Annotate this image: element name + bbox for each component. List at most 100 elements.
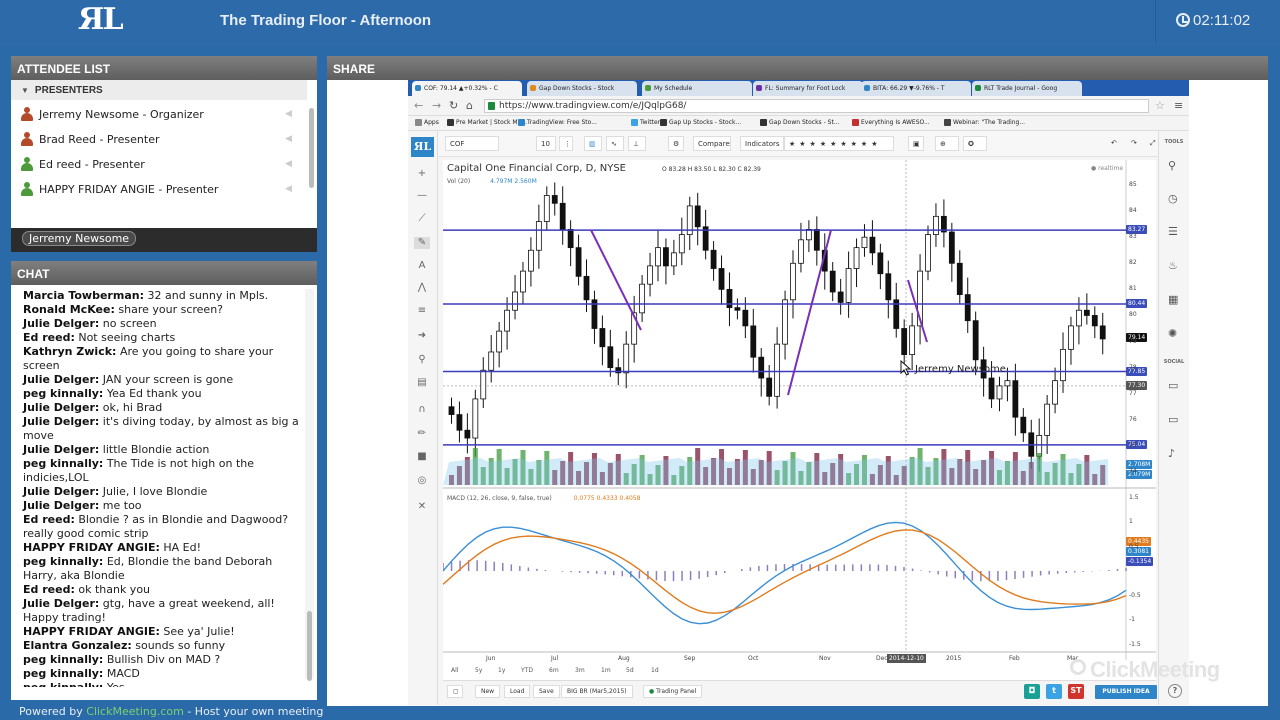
tradingview-logo[interactable]: ЯL: [411, 137, 434, 157]
search-icon[interactable]: ⚲: [1168, 159, 1180, 172]
text-tool-icon[interactable]: A: [414, 260, 430, 272]
forward-arrow-icon[interactable]: →: [432, 99, 441, 112]
fib-tool-icon[interactable]: ⟋: [414, 213, 430, 225]
bookmark-item[interactable]: Twitter: [631, 119, 660, 126]
range-button[interactable]: 1d: [651, 667, 659, 674]
url-field[interactable]: https://www.tradingview.com/e/JQqlpG68/: [484, 99, 1149, 113]
current-user-badge[interactable]: Jerremy Newsome: [22, 231, 137, 246]
magnet-icon[interactable]: ∩: [414, 404, 430, 416]
pencil-icon[interactable]: ✏: [414, 428, 430, 440]
speaker-muted-icon[interactable]: ◀: [285, 109, 295, 119]
compare-button[interactable]: Compare: [693, 136, 731, 151]
stocktwits-icon[interactable]: ST: [1068, 684, 1084, 699]
interval-select[interactable]: 10: [536, 136, 556, 151]
price-chart[interactable]: Capital One Financial Corp, D, NYSE O 83…: [443, 160, 1156, 680]
bookmark-item[interactable]: Webinar: "The Trading...: [944, 119, 1025, 126]
alarm-clock-icon[interactable]: ◷: [1168, 192, 1180, 205]
ideas-bulb-icon[interactable]: ✪: [963, 136, 987, 151]
hotlist-flame-icon[interactable]: ♨: [1168, 259, 1180, 272]
remove-drawings-icon[interactable]: ✕: [414, 501, 430, 513]
bookmark-item[interactable]: Pre Market | Stock Ma...: [447, 119, 527, 126]
range-button[interactable]: 6m: [549, 667, 559, 674]
trading-panel-button[interactable]: ● Trading Panel: [643, 685, 703, 698]
bookmark-item[interactable]: Gap Down Stocks - St...: [760, 119, 840, 126]
range-button[interactable]: All: [451, 667, 458, 674]
speaker-muted-icon[interactable]: ◀: [285, 134, 295, 144]
snapshot-icon[interactable]: ▣: [908, 136, 924, 151]
browser-tab[interactable]: RLT Trade Journal - Goog: [972, 81, 1082, 96]
speaker-muted-icon[interactable]: ◀: [285, 159, 295, 169]
notifications-bell-icon[interactable]: ♪: [1168, 447, 1180, 460]
range-button[interactable]: 1y: [498, 667, 505, 674]
new-button[interactable]: New: [475, 685, 501, 698]
favorite-intervals[interactable]: ★★★★★★★★★: [784, 136, 894, 151]
back-arrow-icon[interactable]: ←: [414, 99, 423, 112]
candle-body: [488, 351, 495, 371]
attendee-row[interactable]: HAPPY FRIDAY ANGIE - Presenter ◀: [11, 177, 307, 202]
range-button[interactable]: 3m: [575, 667, 585, 674]
attendee-row[interactable]: Ed reed - Presenter ◀: [11, 152, 307, 177]
chat-rooms-icon[interactable]: ▭: [1168, 379, 1180, 392]
chat-scrollbar[interactable]: [307, 611, 312, 681]
ruler-icon[interactable]: ▤: [414, 377, 430, 389]
publish-idea-button[interactable]: PUBLISH IDEA: [1095, 685, 1157, 699]
private-chat-icon[interactable]: ▭: [1168, 413, 1180, 426]
zoom-icon[interactable]: ⚲: [414, 354, 430, 366]
arrow-tool-icon[interactable]: ➜: [414, 330, 430, 342]
attendee-row[interactable]: Jerremy Newsome - Organizer ◀: [11, 102, 307, 127]
bookmark-item[interactable]: TradingView: Free Sto...: [518, 119, 597, 126]
range-button[interactable]: 5y: [475, 667, 482, 674]
presenters-group-header[interactable]: ▼ PRESENTERS: [11, 80, 307, 100]
bookmark-item[interactable]: Apps: [415, 119, 439, 126]
attendee-row[interactable]: Brad Reed - Presenter ◀: [11, 127, 307, 152]
watchlist-icon[interactable]: ☰: [1168, 225, 1180, 238]
ideas-bulb-right-icon[interactable]: ✺: [1168, 327, 1180, 340]
bookmark-item[interactable]: Gap Up Stocks - Stock...: [660, 119, 741, 126]
range-button[interactable]: 5d: [626, 667, 634, 674]
save-button[interactable]: Save: [533, 685, 560, 698]
browser-tab[interactable]: FL: Summary for Foot Lock: [753, 81, 863, 96]
reload-icon[interactable]: ↻: [449, 99, 458, 112]
help-icon[interactable]: ?: [1168, 684, 1182, 698]
chart-canvas[interactable]: [443, 160, 1156, 660]
undo-icon[interactable]: ↶: [1107, 136, 1123, 151]
collapse-triangle-icon[interactable]: ▼: [21, 86, 29, 95]
home-icon[interactable]: ⌂: [466, 99, 473, 112]
redo-icon[interactable]: ↷: [1127, 136, 1143, 151]
settings-gear-icon[interactable]: ⚙: [668, 136, 684, 151]
bookmark-star-icon[interactable]: ☆: [1155, 99, 1165, 112]
calendar-icon[interactable]: ▦: [1168, 293, 1180, 306]
measure-tool-icon[interactable]: ≡: [414, 305, 430, 317]
line-style-icon[interactable]: ∿: [606, 136, 624, 151]
browser-tab[interactable]: Gap Down Stocks - Stock: [527, 81, 637, 96]
alert-icon[interactable]: ⊕: [935, 136, 959, 151]
indicators-button[interactable]: Indicators: [740, 136, 784, 151]
browser-tab[interactable]: BITA: 66.29 ▼-9.76% - T: [861, 81, 971, 96]
camera-icon[interactable]: ◘: [1024, 684, 1040, 699]
twitter-icon[interactable]: t: [1046, 684, 1062, 699]
interval-menu-icon[interactable]: ⋮: [559, 136, 573, 151]
hide-icon[interactable]: ◎: [414, 475, 430, 487]
candles-style-icon[interactable]: ▥: [584, 136, 602, 151]
speaker-muted-icon[interactable]: ◀: [285, 184, 295, 194]
browser-menu-icon[interactable]: ≡: [1174, 99, 1183, 112]
bookmark-item[interactable]: Everything Is AWESO...: [852, 119, 930, 126]
brush-tool-icon[interactable]: ✎: [414, 237, 430, 249]
attendee-scrollbar[interactable]: [309, 108, 314, 188]
layout-name[interactable]: BIG BR (Mar5,2015): [561, 685, 633, 698]
range-button[interactable]: 1m: [601, 667, 611, 674]
volume-legend: Vol (20) 4.797M 2.560M: [447, 178, 537, 185]
load-button[interactable]: Load: [504, 685, 531, 698]
pattern-tool-icon[interactable]: ⋀: [414, 282, 430, 294]
clickmeeting-link[interactable]: ClickMeeting.com: [86, 705, 184, 718]
crosshair-icon[interactable]: +: [414, 168, 430, 180]
layout-icon[interactable]: ▢: [447, 685, 463, 698]
date-tick-label: Feb: [1009, 655, 1020, 662]
browser-tab[interactable]: COF: 79.14 ▲+0.32% - C: [412, 81, 522, 96]
browser-tab[interactable]: My Schedule: [642, 81, 752, 96]
bars-style-icon[interactable]: ⊥: [628, 136, 646, 151]
trend-line-icon[interactable]: —: [414, 190, 430, 202]
symbol-input[interactable]: COF: [445, 136, 499, 151]
lock-icon[interactable]: ■: [414, 451, 430, 463]
range-button[interactable]: YTD: [521, 667, 533, 674]
